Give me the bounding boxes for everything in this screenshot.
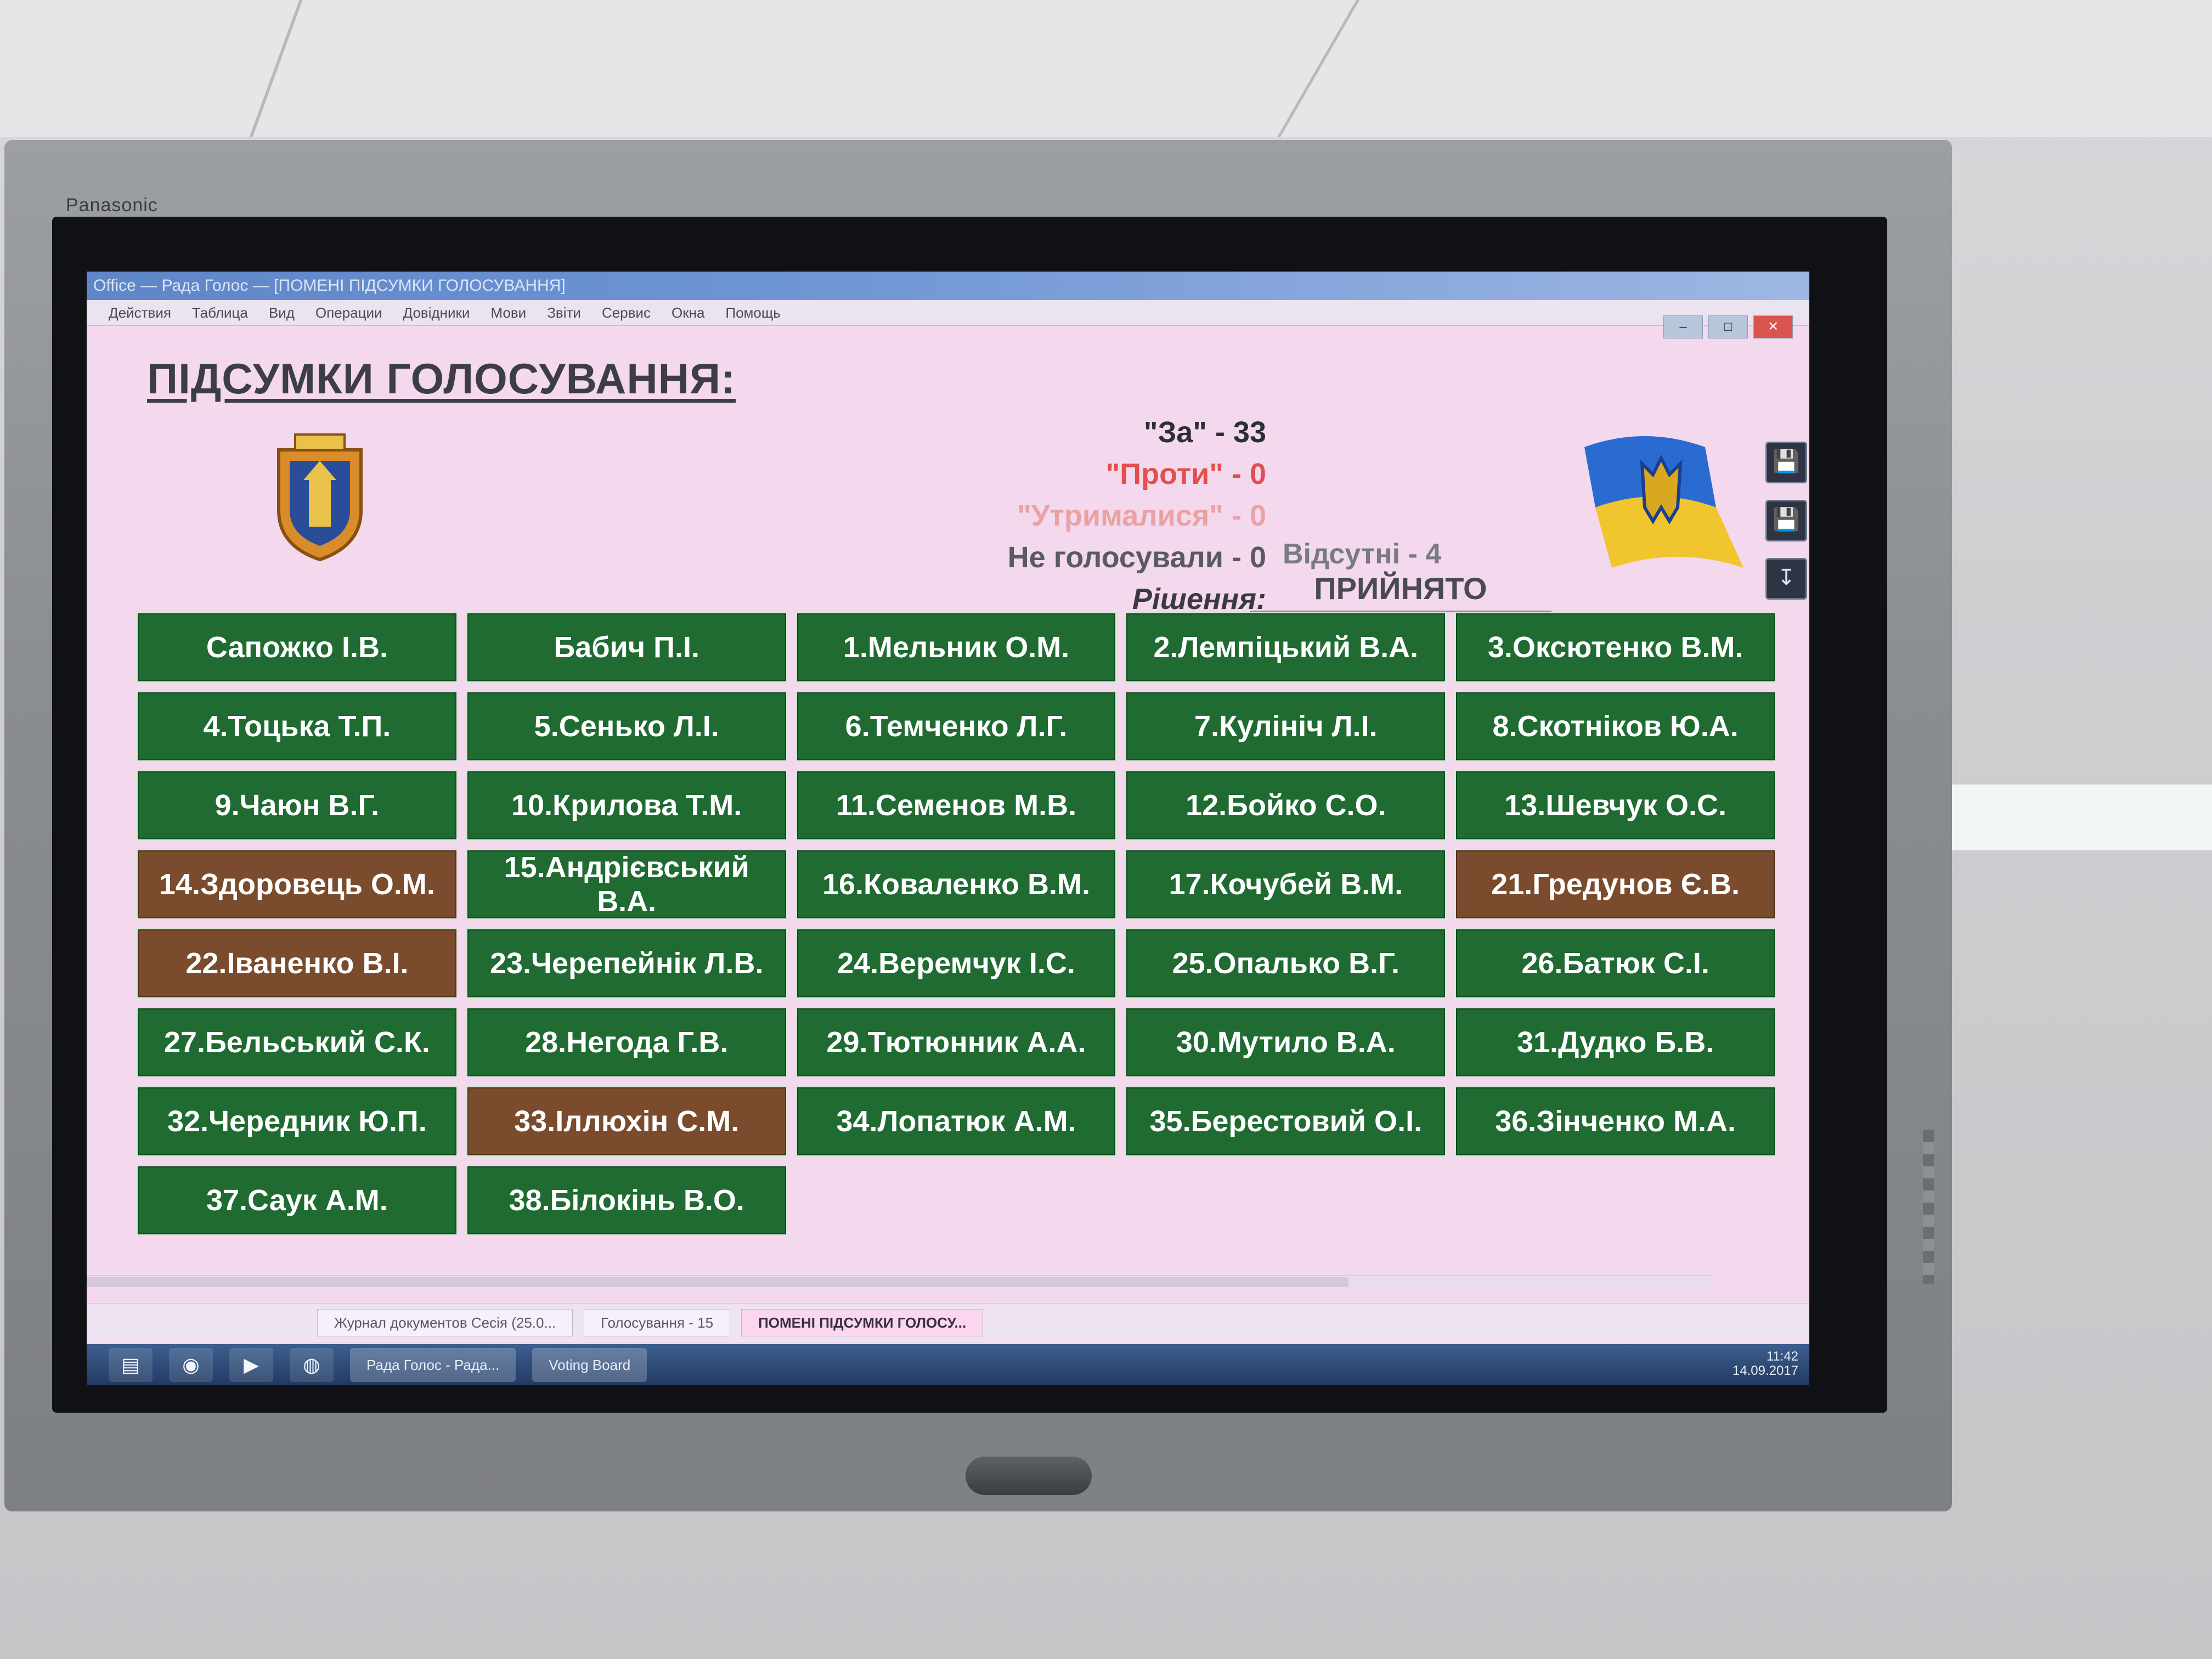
result-proty: "Проти" - 0: [1105, 458, 1266, 490]
result-utrymalysia: "Утрималися" - 0: [1017, 499, 1266, 532]
deputy-cell[interactable]: Сапожко І.В.: [136, 612, 458, 683]
deputy-cell[interactable]: 12.Бойко С.О.: [1125, 770, 1447, 841]
deputy-cell[interactable]: 32.Чередник Ю.П.: [136, 1086, 458, 1157]
menu-item[interactable]: Мови: [490, 304, 526, 321]
toolbar-icons: 💾 💾 ↧: [1765, 442, 1807, 600]
deputy-cell[interactable]: 27.Бельський С.К.: [136, 1007, 458, 1078]
coat-of-arms-icon: [277, 433, 363, 562]
menu-item[interactable]: Действия: [109, 304, 171, 321]
deputy-cell[interactable]: 5.Сенько Л.І.: [465, 691, 788, 762]
horizontal-scrollbar[interactable]: [87, 1276, 1711, 1289]
monitor-side-buttons[interactable]: [1923, 1130, 1934, 1284]
page-title: ПІДСУМКИ ГОЛОСУВАННЯ:: [147, 354, 736, 403]
deputy-cell[interactable]: 35.Берестовий О.І.: [1125, 1086, 1447, 1157]
document-tab[interactable]: Журнал документов Сесія (25.0...: [317, 1309, 573, 1336]
export-icon[interactable]: ↧: [1765, 558, 1807, 600]
deputy-cell[interactable]: 3.Оксютенко В.М.: [1454, 612, 1776, 683]
tray-date: 14.09.2017: [1732, 1363, 1798, 1378]
chrome-icon[interactable]: ◍: [290, 1347, 334, 1382]
deputy-cell[interactable]: 8.Скотніков Ю.А.: [1454, 691, 1776, 762]
deputy-cell[interactable]: 9.Чаюн В.Г.: [136, 770, 458, 841]
deputy-cell[interactable]: 22.Іваненко В.І.: [136, 928, 458, 999]
menu-item[interactable]: Помощь: [725, 304, 780, 321]
menu-item[interactable]: Таблица: [192, 304, 248, 321]
window-controls: – □ ✕: [1663, 315, 1793, 338]
menu-item[interactable]: Довідники: [403, 304, 470, 321]
deputy-cell[interactable]: 10.Крилова Т.М.: [465, 770, 788, 841]
maximize-button[interactable]: □: [1708, 315, 1748, 338]
media-icon[interactable]: ◉: [169, 1347, 213, 1382]
scrollbar-thumb[interactable]: [87, 1277, 1348, 1287]
tray-time: 11:42: [1766, 1349, 1798, 1364]
ceiling: [0, 0, 2212, 137]
menu-item[interactable]: Сервис: [602, 304, 651, 321]
monitor-logo: [966, 1457, 1092, 1495]
save-as-icon[interactable]: 💾: [1765, 500, 1807, 541]
taskbar: ▤ ◉ ▶ ◍ Рада Голос - Рада... Voting Boar…: [87, 1344, 1809, 1385]
deputy-cell[interactable]: 6.Темченко Л.Г.: [795, 691, 1118, 762]
deputy-cell[interactable]: 25.Опалько В.Г.: [1125, 928, 1447, 999]
menu-item[interactable]: Звіти: [547, 304, 581, 321]
deputy-cell[interactable]: 13.Шевчук О.С.: [1454, 770, 1776, 841]
window-light: [1927, 785, 2212, 850]
document-tabs: Журнал документов Сесія (25.0... Голосува…: [87, 1303, 1809, 1342]
deputy-cell[interactable]: 24.Веремчук І.С.: [795, 928, 1118, 999]
deputy-cell[interactable]: 1.Мельник О.М.: [795, 612, 1118, 683]
window-titlebar: Office — Рада Голос — [ПОМЕНІ ПІДСУМКИ Г…: [87, 272, 1809, 300]
screen: Office — Рада Голос — [ПОМЕНІ ПІДСУМКИ Г…: [87, 272, 1809, 1385]
deputy-cell[interactable]: 16.Коваленко В.М.: [795, 849, 1118, 920]
deputy-cell[interactable]: 38.Білокінь В.О.: [465, 1165, 788, 1236]
deputy-cell[interactable]: 14.Здоровець О.М.: [136, 849, 458, 920]
minimize-button[interactable]: –: [1663, 315, 1703, 338]
deputy-cell[interactable]: 31.Дудко Б.В.: [1454, 1007, 1776, 1078]
deputy-cell[interactable]: 7.Кулініч Л.І.: [1125, 691, 1447, 762]
taskbar-app-board[interactable]: Voting Board: [532, 1347, 647, 1382]
taskbar-app-rada[interactable]: Рада Голос - Рада...: [350, 1347, 516, 1382]
folder-icon[interactable]: ▤: [109, 1347, 153, 1382]
close-button[interactable]: ✕: [1753, 315, 1793, 338]
deputy-cell[interactable]: 34.Лопатюк А.М.: [795, 1086, 1118, 1157]
deputy-cell[interactable]: 28.Негода Г.В.: [465, 1007, 788, 1078]
menu-item[interactable]: Операции: [315, 304, 382, 321]
monitor-brand: Panasonic: [66, 195, 158, 216]
deputy-grid: Сапожко І.В. Бабич П.І. 1.Мельник О.М. 2.Ле…: [136, 612, 1776, 1236]
deputy-cell[interactable]: 15.Андрієвський В.А.: [465, 849, 788, 920]
menu-item[interactable]: Окна: [672, 304, 704, 321]
deputy-cell[interactable]: 36.Зінченко М.А.: [1454, 1086, 1776, 1157]
menu-bar: Действия Таблица Вид Операции Довідники Мови З…: [87, 300, 1809, 326]
system-tray: 11:42 14.09.2017: [1733, 1350, 1798, 1378]
deputy-cell[interactable]: 21.Гредунов Є.В.: [1454, 849, 1776, 920]
result-za: "За" - 33: [1143, 416, 1266, 449]
document-tab[interactable]: Голосування - 15: [584, 1309, 731, 1336]
video-icon[interactable]: ▶: [229, 1347, 273, 1382]
deputy-cell[interactable]: 29.Тютюнник А.А.: [795, 1007, 1118, 1078]
result-ne-holosuvaly: Не голосували - 0: [1007, 541, 1266, 574]
deputy-cell[interactable]: 17.Кочубей В.М.: [1125, 849, 1447, 920]
deputy-cell[interactable]: 2.Лемпіцький В.А.: [1125, 612, 1447, 683]
decision-value: ПРИЙНЯТО: [1250, 571, 1551, 612]
deputy-cell[interactable]: Бабич П.І.: [465, 612, 788, 683]
vote-results: "За" - 33 "Проти" - 0 "Утрималися" - 0 Н…: [827, 411, 1266, 620]
deputy-cell[interactable]: 37.Саук А.М.: [136, 1165, 458, 1236]
document-tab[interactable]: ПОМЕНІ ПІДСУМКИ ГОЛОСУ...: [741, 1309, 984, 1336]
deputy-cell[interactable]: 30.Мутило В.А.: [1125, 1007, 1447, 1078]
ukraine-flag-icon: [1584, 436, 1743, 568]
save-icon[interactable]: 💾: [1765, 442, 1807, 483]
deputy-cell[interactable]: 11.Семенов М.В.: [795, 770, 1118, 841]
menu-item[interactable]: Вид: [269, 304, 295, 321]
deputy-cell[interactable]: 23.Черепейнік Л.В.: [465, 928, 788, 999]
deputy-cell[interactable]: 33.Іллюхін С.М.: [465, 1086, 788, 1157]
absent-count: Відсутні - 4: [1283, 538, 1442, 570]
deputy-cell[interactable]: 4.Тоцька Т.П.: [136, 691, 458, 762]
deputy-cell[interactable]: 26.Батюк С.І.: [1454, 928, 1776, 999]
